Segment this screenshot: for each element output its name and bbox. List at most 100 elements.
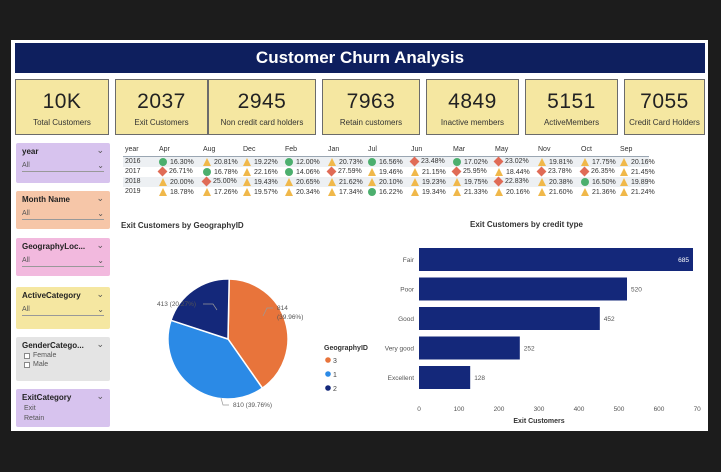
matrix-cell: 27.59%: [326, 166, 362, 177]
slicer-5[interactable]: ExitCategory ⌄ Exit Retain: [16, 389, 110, 427]
matrix-cell: 19.75%: [453, 178, 488, 186]
matrix-column-header[interactable]: Jan: [328, 146, 339, 153]
red-diamond-icon: [201, 176, 212, 187]
matrix-cell: 20.34%: [285, 188, 320, 196]
matrix-cell-value: 12.00%: [296, 158, 320, 166]
matrix-column-header[interactable]: year: [125, 146, 139, 153]
chevron-down-icon[interactable]: ⌄: [96, 193, 104, 204]
matrix-cell-value: 27.59%: [338, 168, 362, 175]
slicer-2[interactable]: GeographyLoc... ⌄ All ⌄: [16, 238, 110, 276]
slicer-dropdown[interactable]: All ⌄: [22, 256, 104, 267]
matrix-cell: 14.06%: [285, 168, 320, 176]
matrix-cell: 25.95%: [451, 166, 487, 177]
bar-excellent[interactable]: [419, 366, 471, 389]
matrix-cell-value: 19.34%: [422, 188, 446, 196]
matrix-column-header[interactable]: Oct: [581, 146, 592, 153]
matrix-cell-value: 17.34%: [339, 188, 363, 196]
matrix-cell: 19.23%: [411, 178, 446, 186]
matrix-cell: 19.81%: [538, 158, 573, 166]
slicer-option[interactable]: Male: [16, 359, 110, 368]
pie-legend-entry[interactable]: 3: [333, 358, 337, 365]
warning-triangle-icon: [620, 188, 628, 196]
matrix-row: 2019 18.78% 17.26% 19.57% 20.34% 17.34% 16.22%…: [123, 187, 655, 197]
matrix-cell-value: 16.22%: [379, 188, 403, 196]
matrix-cell-value: 20.10%: [379, 178, 403, 186]
matrix-cell-value: 23.48%: [421, 158, 445, 165]
bar-fair[interactable]: [419, 248, 693, 271]
bar-very-good[interactable]: [419, 336, 520, 360]
matrix-cell-value: 21.36%: [592, 188, 616, 196]
x-axis-label: Exit Customers: [513, 418, 564, 425]
checkbox-icon[interactable]: [24, 361, 30, 368]
warning-triangle-icon: [159, 178, 167, 186]
matrix-column-header[interactable]: Jul: [368, 146, 377, 153]
matrix-column-header[interactable]: Sep: [620, 146, 632, 153]
slicer-option[interactable]: Exit: [16, 402, 110, 412]
matrix-cell: 12.00%: [285, 158, 320, 166]
pie-data-label: 413 (20.27%): [157, 301, 196, 308]
matrix-cell-value: 21.15%: [422, 168, 446, 176]
matrix-column-header[interactable]: Feb: [285, 146, 297, 153]
matrix-cell: 20.81%: [203, 158, 238, 166]
matrix-column-header[interactable]: Apr: [159, 146, 170, 153]
slicer-dropdown[interactable]: All ⌄: [22, 209, 104, 220]
x-tick-label: 400: [574, 406, 585, 413]
matrix-column-header[interactable]: Jun: [411, 146, 422, 153]
chevron-down-icon[interactable]: ⌄: [96, 391, 104, 402]
kpi-value: 7963: [346, 90, 396, 113]
slicer-4[interactable]: GenderCatego... ⌄ Female Male: [16, 337, 110, 381]
matrix-cell: 26.71%: [157, 166, 193, 177]
kpi-label: Retain customers: [339, 118, 403, 127]
green-circle-icon: [203, 168, 211, 176]
matrix-cell: 19.46%: [368, 168, 403, 176]
matrix-column-header[interactable]: Nov: [538, 146, 550, 153]
green-circle-icon: [581, 178, 589, 186]
bar-data-label: 685: [678, 257, 689, 264]
matrix-column-header[interactable]: Mar: [453, 146, 465, 153]
green-circle-icon: [159, 158, 167, 166]
kpi-card: 2945 Non credit card holders: [208, 79, 316, 135]
warning-triangle-icon: [538, 178, 546, 186]
credit-type-bar-chart[interactable]: Fair 685 Poor 520 Good 452 Very good 252 Excelle…: [366, 236, 701, 428]
bar-good[interactable]: [419, 307, 600, 330]
matrix-column-header[interactable]: Aug: [203, 146, 215, 153]
matrix-cell-value: 25.95%: [463, 168, 487, 175]
matrix-cell: 20.38%: [538, 178, 573, 186]
geography-pie-chart[interactable]: 814 (39.96%) 810 (39.76%) 413 (20.27%) Geogr…: [121, 236, 381, 412]
slicer-title: GeographyLoc... ⌄: [16, 238, 110, 251]
matrix-cell: 18.78%: [159, 188, 194, 196]
matrix-column-header[interactable]: Dec: [243, 146, 255, 153]
slicer-title-text: GeographyLoc...: [22, 242, 86, 251]
bar-poor[interactable]: [419, 277, 627, 301]
matrix-cell-value: 20.16%: [631, 158, 655, 166]
matrix-cell: 26.35%: [579, 166, 615, 177]
pie-legend-entry[interactable]: 1: [333, 372, 337, 379]
bar-data-label: 252: [524, 346, 535, 353]
slicer-3[interactable]: ActiveCategory ⌄ All ⌄: [16, 287, 110, 329]
chevron-down-icon[interactable]: ⌄: [96, 289, 104, 300]
dashboard-title: Customer Churn Analysis: [15, 43, 705, 73]
green-circle-icon: [285, 168, 293, 176]
checkbox-icon[interactable]: [24, 352, 30, 359]
slicer-option[interactable]: Female: [16, 350, 110, 359]
matrix-cell-value: 14.06%: [296, 168, 320, 176]
matrix-cell-value: 22.16%: [254, 168, 278, 176]
red-diamond-icon: [493, 176, 504, 187]
slicer-0[interactable]: year ⌄ All ⌄: [16, 143, 110, 183]
churn-matrix[interactable]: year Apr Aug Dec Feb Jan Jul Jun Mar May Nov Oct Sep…: [123, 143, 655, 205]
matrix-year-cell: 2016: [125, 158, 141, 165]
bar-category-label: Poor: [400, 287, 415, 294]
slicer-dropdown[interactable]: All ⌄: [22, 161, 104, 172]
chevron-down-icon[interactable]: ⌄: [96, 145, 104, 156]
slicer-1[interactable]: Month Name ⌄ All ⌄: [16, 191, 110, 229]
kpi-label: Inactive members: [440, 118, 505, 127]
chevron-down-icon[interactable]: ⌄: [96, 240, 104, 251]
slicer-option[interactable]: Retain: [16, 412, 110, 422]
pie-data-label: (39.96%): [277, 314, 303, 321]
slicer-option-label: Retain: [24, 415, 45, 422]
pie-legend-entry[interactable]: 2: [333, 386, 337, 393]
slicer-dropdown[interactable]: All ⌄: [22, 305, 104, 316]
chevron-down-icon[interactable]: ⌄: [96, 339, 104, 350]
matrix-cell-value: 20.16%: [506, 188, 530, 196]
matrix-column-header[interactable]: May: [495, 146, 508, 153]
